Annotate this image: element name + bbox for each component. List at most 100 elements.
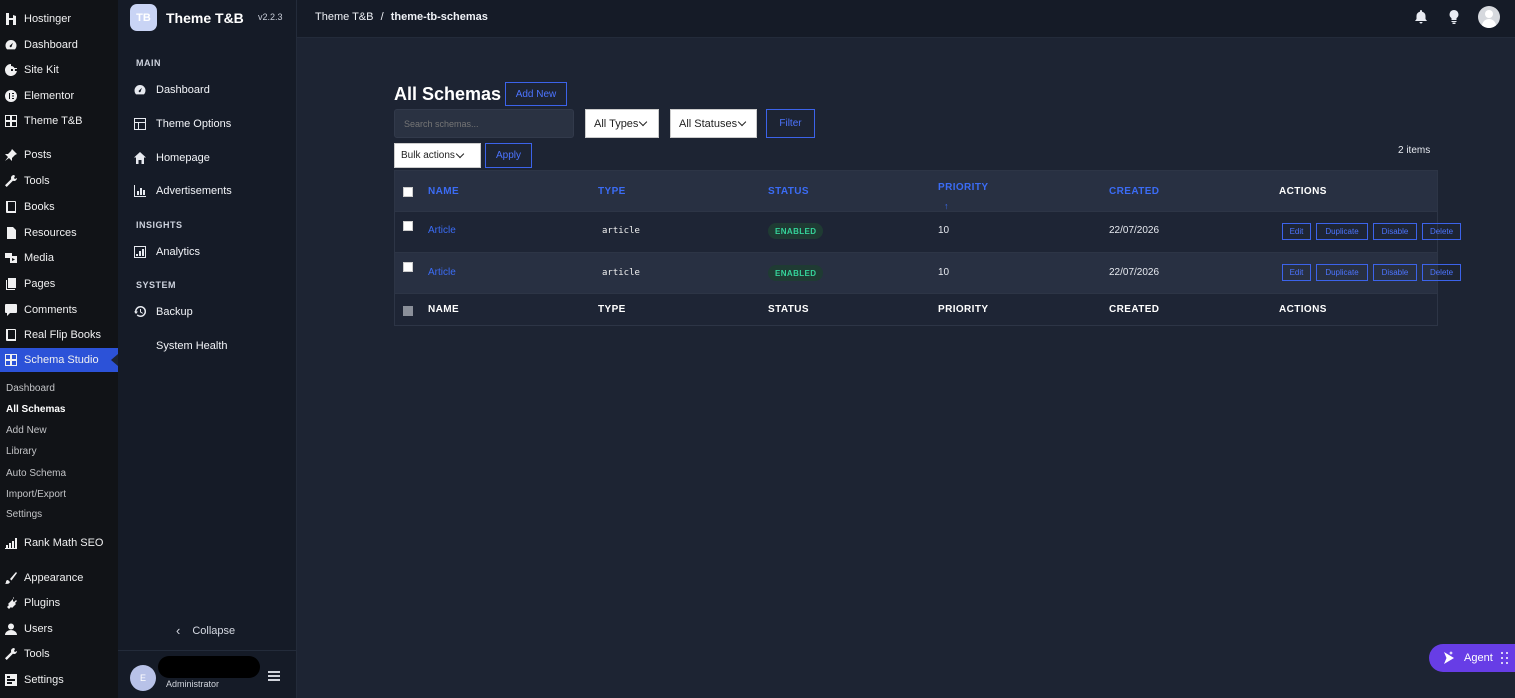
collapse-button[interactable]: ‹ Collapse (176, 623, 235, 638)
bulk-actions-value: Bulk actions (401, 150, 455, 161)
schemas-table: NAME TYPE STATUS PRIORITY ↑ CREATED ACTI… (394, 170, 1461, 326)
status-filter-select[interactable]: All Statuses (670, 109, 757, 138)
wp-menu-label: Real Flip Books (24, 329, 102, 341)
wp-menu-appearance[interactable]: Appearance (0, 566, 118, 590)
wp-menu-schema-studio[interactable]: Schema Studio (0, 348, 118, 372)
add-new-button[interactable]: Add New (505, 82, 567, 106)
duplicate-button[interactable]: Duplicate (1316, 223, 1368, 240)
footer-column-priority: PRIORITY (938, 304, 989, 315)
row-checkbox[interactable] (403, 262, 413, 272)
column-actions: ACTIONS (1279, 186, 1327, 197)
disable-button[interactable]: Disable (1373, 264, 1417, 281)
page-title: All Schemas (394, 84, 502, 104)
type-filter-select[interactable]: All Types (585, 109, 659, 138)
media-icon (5, 252, 17, 264)
search-input[interactable] (394, 109, 574, 138)
grid-icon (5, 354, 17, 366)
wp-menu-plugins[interactable]: Plugins (0, 591, 118, 615)
footer-column-actions: ACTIONS (1279, 304, 1327, 315)
wp-menu-tools[interactable]: Tools (0, 169, 118, 193)
row-checkbox[interactable] (403, 221, 413, 231)
wp-menu-hostinger[interactable]: Hostinger (0, 7, 118, 31)
wp-menu-site-kit[interactable]: Site Kit (0, 58, 118, 82)
delete-button[interactable]: Delete (1422, 223, 1461, 240)
wp-menu-books[interactable]: Books (0, 195, 118, 219)
pin-icon (5, 149, 17, 161)
user-panel[interactable]: E Administrator (118, 650, 297, 698)
agent-button[interactable]: Agent (1429, 644, 1515, 672)
wrench-icon (5, 648, 17, 660)
nav-system-health[interactable]: System Health (134, 337, 228, 355)
duplicate-button[interactable]: Duplicate (1316, 264, 1368, 281)
wp-admin-sidebar: Hostinger Dashboard Site Kit Elementor T… (0, 0, 118, 698)
filter-button[interactable]: Filter (766, 109, 815, 138)
drag-handle-icon[interactable] (1501, 652, 1509, 664)
wp-menu-dashboard[interactable]: Dashboard (0, 33, 118, 57)
select-all-checkbox[interactable] (403, 187, 413, 197)
submenu-add-new[interactable]: Add New (6, 425, 47, 436)
nav-label: Advertisements (156, 185, 232, 197)
user-avatar[interactable] (1478, 6, 1500, 28)
row-name-link[interactable]: Article (428, 225, 456, 236)
wp-menu-real-flip-books[interactable]: Real Flip Books (0, 323, 118, 347)
submenu-settings[interactable]: Settings (6, 509, 42, 520)
grid-icon (5, 115, 17, 127)
sparkle-icon (1442, 651, 1456, 665)
bulk-actions-select[interactable]: Bulk actions (394, 143, 481, 168)
row-name-link[interactable]: Article (428, 267, 456, 278)
wp-menu-label: Resources (24, 227, 77, 239)
submenu-import-export[interactable]: Import/Export (6, 489, 66, 500)
submenu-dashboard[interactable]: Dashboard (6, 383, 55, 394)
google-icon (5, 64, 17, 76)
delete-button[interactable]: Delete (1422, 264, 1461, 281)
breadcrumb-root[interactable]: Theme T&B (315, 11, 374, 23)
row-priority: 10 (938, 267, 950, 278)
wp-menu-comments[interactable]: Comments (0, 298, 118, 322)
wp-menu-users[interactable]: Users (0, 617, 118, 641)
nav-analytics[interactable]: Analytics (134, 243, 200, 261)
wp-menu-tools-2[interactable]: Tools (0, 642, 118, 666)
column-type[interactable]: TYPE (598, 186, 626, 197)
submenu-library[interactable]: Library (6, 446, 37, 457)
wp-menu-resources[interactable]: Resources (0, 221, 118, 245)
wp-menu-posts[interactable]: Posts (0, 143, 118, 167)
chevron-down-icon (737, 117, 747, 126)
plugin-brand[interactable]: TB Theme T&B (130, 4, 244, 31)
nav-homepage[interactable]: Homepage (134, 149, 210, 167)
column-status[interactable]: STATUS (768, 186, 809, 197)
column-created[interactable]: CREATED (1109, 186, 1159, 197)
wp-menu-elementor[interactable]: Elementor (0, 84, 118, 108)
apply-button[interactable]: Apply (485, 143, 532, 168)
nav-theme-options[interactable]: Theme Options (134, 115, 231, 133)
submenu-auto-schema[interactable]: Auto Schema (6, 468, 66, 479)
nav-label: Backup (156, 306, 193, 318)
chart-icon (134, 185, 146, 197)
hamburger-menu-icon[interactable] (268, 671, 280, 681)
nav-advertisements[interactable]: Advertisements (134, 182, 232, 200)
disable-button[interactable]: Disable (1373, 223, 1417, 240)
plug-icon (5, 597, 17, 609)
wp-menu-theme-tb[interactable]: Theme T&B (0, 109, 118, 133)
wp-menu-label: Posts (24, 149, 52, 161)
wp-menu-label: Dashboard (24, 39, 78, 51)
wp-menu-label: Users (24, 623, 53, 635)
submenu-all-schemas[interactable]: All Schemas (6, 404, 65, 415)
wp-menu-settings[interactable]: Settings (0, 668, 118, 692)
nav-dashboard[interactable]: Dashboard (134, 81, 210, 99)
section-system: SYSTEM (136, 280, 177, 290)
wp-menu-label: Tools (24, 648, 50, 660)
edit-button[interactable]: Edit (1282, 223, 1311, 240)
wp-menu-media[interactable]: Media (0, 246, 118, 270)
lightbulb-icon[interactable] (1447, 10, 1461, 24)
edit-button[interactable]: Edit (1282, 264, 1311, 281)
user-icon (5, 623, 17, 635)
chart-icon (5, 537, 17, 549)
bell-icon[interactable] (1414, 10, 1428, 24)
wp-menu-rank-math[interactable]: Rank Math SEO (0, 531, 118, 555)
column-name[interactable]: NAME (428, 186, 459, 197)
wp-menu-pages[interactable]: Pages (0, 272, 118, 296)
column-priority[interactable]: PRIORITY (938, 182, 988, 193)
select-all-checkbox-footer[interactable] (403, 306, 413, 316)
brush-icon (5, 572, 17, 584)
nav-backup[interactable]: Backup (134, 303, 193, 321)
